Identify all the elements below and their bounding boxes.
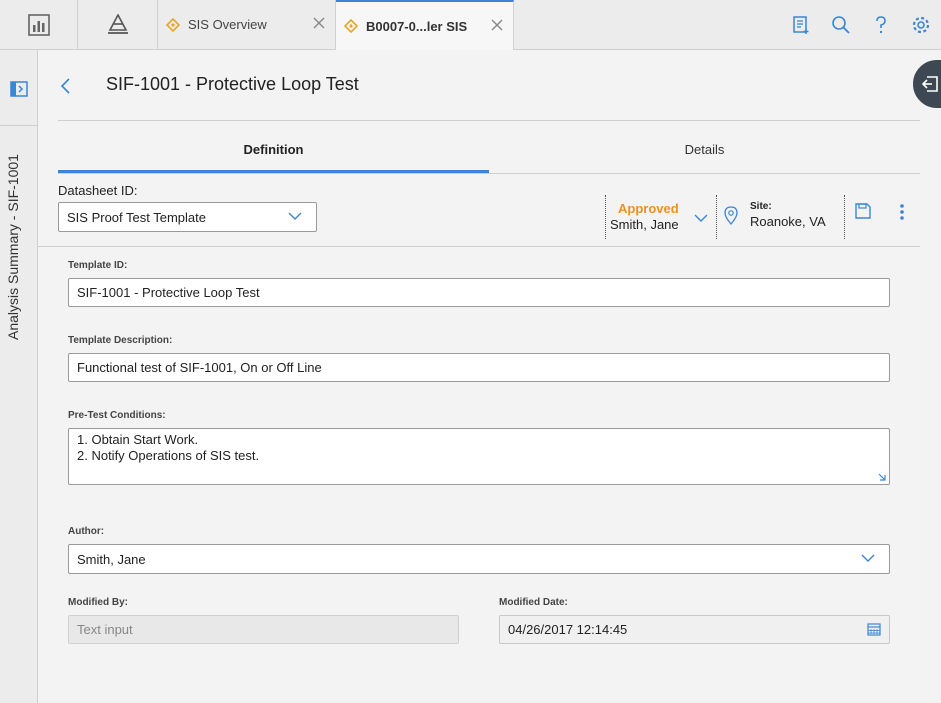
author-select[interactable]: Smith, Jane xyxy=(68,544,890,574)
toolbar xyxy=(781,0,941,49)
more-vertical-icon xyxy=(900,204,904,220)
pretest-line: 1. Obtain Start Work. xyxy=(77,432,199,447)
status-text: Approved xyxy=(618,201,679,216)
datasheet-select[interactable]: SIS Proof Test Template xyxy=(58,202,317,232)
status-dropdown[interactable]: Approved Smith, Jane xyxy=(605,195,717,239)
status-user: Smith, Jane xyxy=(610,217,679,232)
diamond-icon xyxy=(166,17,180,32)
divider xyxy=(844,195,845,239)
chevron-down-icon xyxy=(288,212,302,220)
save-icon xyxy=(855,203,871,219)
divider xyxy=(58,120,920,121)
save-button[interactable] xyxy=(855,203,871,222)
hierarchy-button[interactable] xyxy=(78,0,158,49)
template-description-label: Template Description: xyxy=(68,335,173,346)
author-value: Smith, Jane xyxy=(77,551,146,567)
modified-by-placeholder: Text input xyxy=(77,622,133,637)
exit-panel-icon xyxy=(921,76,938,92)
active-tab-indicator xyxy=(58,170,489,173)
tab-definition[interactable]: Definition xyxy=(58,142,489,157)
modified-by-input: Text input xyxy=(68,615,459,644)
chevron-down-icon xyxy=(861,554,875,562)
pyramid-icon xyxy=(107,13,128,34)
site-label: Site: xyxy=(750,201,772,212)
location-pin-icon xyxy=(724,206,738,225)
tab-label: B0007-0...ler SIS xyxy=(366,18,468,34)
dashboard-button[interactable] xyxy=(0,0,78,49)
tab-details[interactable]: Details xyxy=(489,142,920,157)
divider xyxy=(0,125,38,126)
subtabs: Definition Details xyxy=(58,134,920,174)
help-icon xyxy=(876,15,886,33)
modified-date-input[interactable]: 04/26/2017 12:14:45 xyxy=(499,615,890,644)
calendar-icon[interactable] xyxy=(867,622,881,636)
modified-date-value: 04/26/2017 12:14:45 xyxy=(508,622,628,637)
pretest-conditions-label: Pre-Test Conditions: xyxy=(68,410,166,421)
search-icon xyxy=(832,15,850,34)
template-description-input[interactable]: Functional test of SIF-1001, On or Off L… xyxy=(68,353,890,382)
chevron-left-icon xyxy=(60,78,70,94)
new-document-button[interactable] xyxy=(781,0,821,49)
main-panel: SIF-1001 - Protective Loop Test Definiti… xyxy=(38,50,941,703)
tab-b0007[interactable]: B0007-0...ler SIS xyxy=(336,0,514,50)
dashboard-icon xyxy=(27,13,50,36)
template-description-value: Functional test of SIF-1001, On or Off L… xyxy=(77,360,322,375)
back-button[interactable] xyxy=(60,77,72,98)
panel-expand-icon xyxy=(10,81,28,97)
left-rail: Analysis Summary - SIF-1001 xyxy=(0,50,38,703)
help-button[interactable] xyxy=(861,0,901,49)
gear-icon xyxy=(912,16,930,33)
resize-handle-icon[interactable] xyxy=(877,472,887,482)
close-icon[interactable] xyxy=(489,17,505,33)
top-tab-bar: SIS Overview B0007-0...ler SIS xyxy=(0,0,941,50)
modified-date-label: Modified Date: xyxy=(499,597,568,608)
divider xyxy=(38,246,920,247)
template-id-label: Template ID: xyxy=(68,260,128,271)
rail-title: Analysis Summary - SIF-1001 xyxy=(5,154,21,340)
settings-button[interactable] xyxy=(901,0,941,49)
template-id-value: SIF-1001 - Protective Loop Test xyxy=(77,285,260,300)
datasheet-value: SIS Proof Test Template xyxy=(67,209,206,225)
datasheet-label: Datasheet ID: xyxy=(58,183,138,198)
document-add-icon xyxy=(793,15,809,34)
tab-sis-overview[interactable]: SIS Overview xyxy=(158,0,336,49)
search-button[interactable] xyxy=(821,0,861,49)
site-value: Roanoke, VA xyxy=(750,214,826,229)
close-icon[interactable] xyxy=(311,15,327,31)
expand-panel-button[interactable] xyxy=(10,80,28,101)
page-title: SIF-1001 - Protective Loop Test xyxy=(106,74,359,94)
author-label: Author: xyxy=(68,526,105,537)
more-button[interactable] xyxy=(898,203,906,224)
chevron-down-icon xyxy=(694,214,708,222)
tab-label: SIS Overview xyxy=(188,17,267,32)
pretest-conditions-textarea[interactable]: 1. Obtain Start Work. 2. Notify Operatio… xyxy=(68,428,890,485)
diamond-icon xyxy=(344,19,358,33)
template-id-input[interactable]: SIF-1001 - Protective Loop Test xyxy=(68,278,890,307)
pretest-line: 2. Notify Operations of SIS test. xyxy=(77,448,260,463)
modified-by-label: Modified By: xyxy=(68,597,128,608)
